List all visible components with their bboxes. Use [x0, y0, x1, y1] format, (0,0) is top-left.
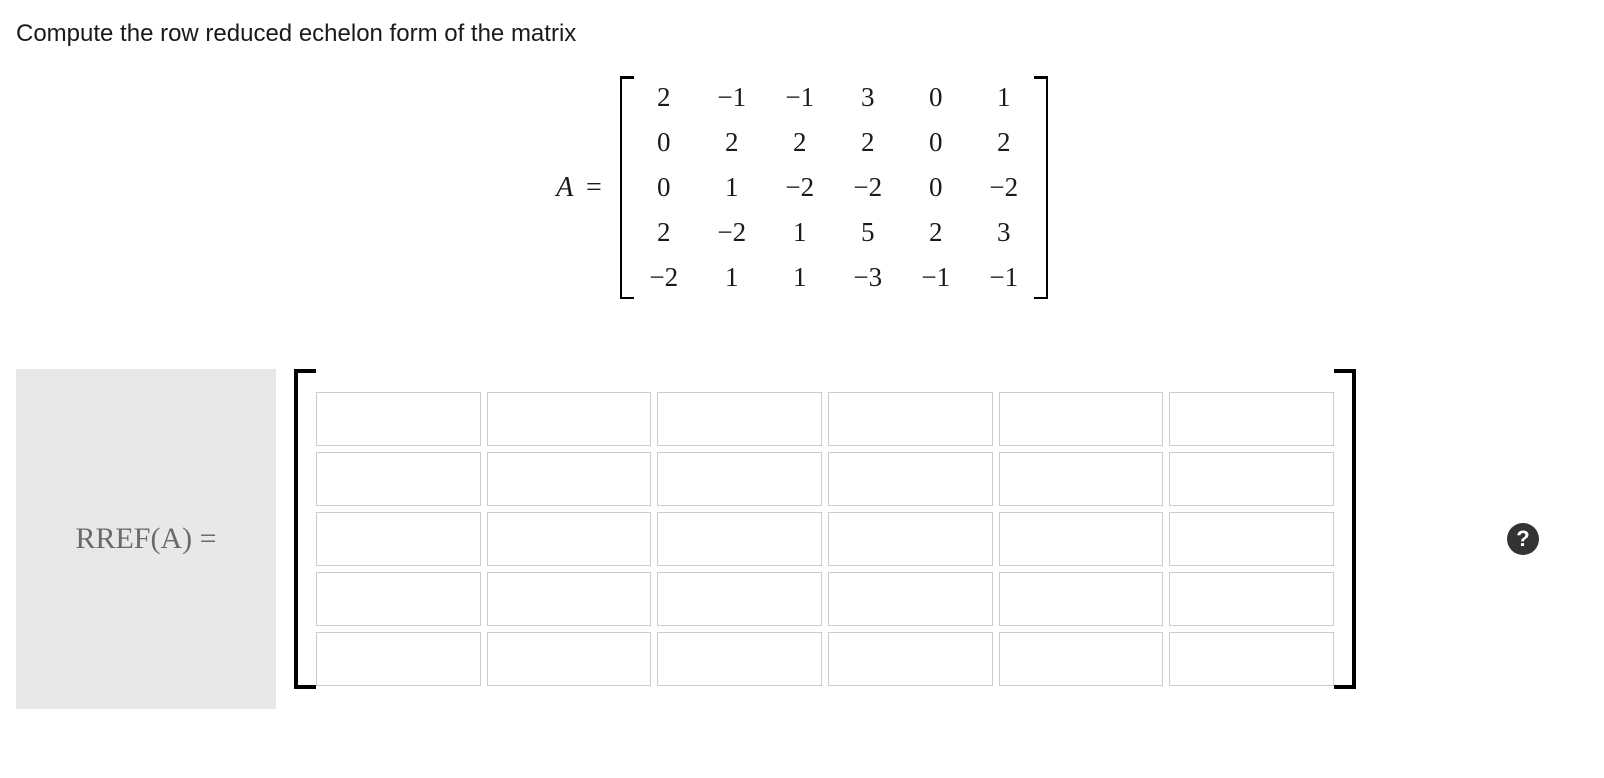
matrix-input-cell[interactable]: [316, 512, 481, 566]
matrix-cell: 1: [784, 262, 816, 293]
matrix-input-cell[interactable]: [999, 572, 1164, 626]
matrix-input-cell[interactable]: [657, 632, 822, 686]
question-prompt: Compute the row reduced echelon form of …: [16, 20, 1588, 48]
help-icon: ?: [1507, 523, 1539, 555]
bracket-right-icon: [1038, 76, 1048, 299]
matrix-cell: 2: [716, 127, 748, 158]
matrix-input-cell[interactable]: [657, 452, 822, 506]
matrix-input-cell[interactable]: [1169, 452, 1334, 506]
matrix-input-cell[interactable]: [1169, 392, 1334, 446]
input-bracket-right-icon: [1340, 369, 1356, 689]
matrix-A: 2 −1 −1 3 0 1 0 2 2 2 0 2 0 1 −2 −2 0 −2 2 −2 1 5 2 3 −2 1 1 −3 −1 −1: [620, 76, 1048, 299]
matrix-cell: −2: [852, 172, 884, 203]
matrix-cell: 2: [988, 127, 1020, 158]
matrix-input-cell[interactable]: [487, 512, 652, 566]
matrix-cell: 2: [920, 217, 952, 248]
matrix-cell: 2: [648, 217, 680, 248]
matrix-cell: 0: [648, 127, 680, 158]
matrix-input-cell[interactable]: [487, 392, 652, 446]
answer-label: RREF(A) =: [16, 369, 276, 709]
matrix-input-cell[interactable]: [487, 632, 652, 686]
matrix-cell: 1: [988, 82, 1020, 113]
matrix-cell: −1: [920, 262, 952, 293]
matrix-cell: 1: [716, 172, 748, 203]
matrix-cell: −3: [852, 262, 884, 293]
matrix-equation: A = 2 −1 −1 3 0 1 0 2 2 2 0 2 0 1 −2 −2 0 −2 2 −2 1 5 2 3 −2 1 1 −3…: [16, 76, 1588, 299]
matrix-input-cell[interactable]: [316, 572, 481, 626]
matrix-cell: −1: [716, 82, 748, 113]
answer-area: RREF(A) = ?: [16, 369, 1588, 709]
matrix-input-cell[interactable]: [999, 512, 1164, 566]
matrix-cell: 5: [852, 217, 884, 248]
matrix-input-cell[interactable]: [316, 632, 481, 686]
matrix-variable: A =: [556, 172, 602, 204]
matrix-input-cell[interactable]: [657, 572, 822, 626]
matrix-cell: 3: [852, 82, 884, 113]
answer-matrix-input: [276, 369, 1458, 709]
input-grid: [310, 382, 1340, 696]
matrix-input-cell[interactable]: [999, 392, 1164, 446]
matrix-input-cell[interactable]: [487, 572, 652, 626]
matrix-cell: 0: [920, 82, 952, 113]
matrix-cell: −2: [988, 172, 1020, 203]
matrix-cell: 1: [784, 217, 816, 248]
matrix-input-cell[interactable]: [1169, 512, 1334, 566]
input-bracket-left-icon: [294, 369, 310, 689]
matrix-input-cell[interactable]: [828, 572, 993, 626]
matrix-body: 2 −1 −1 3 0 1 0 2 2 2 0 2 0 1 −2 −2 0 −2 2 −2 1 5 2 3 −2 1 1 −3 −1 −1: [630, 76, 1038, 299]
matrix-cell: 2: [852, 127, 884, 158]
matrix-cell: −2: [648, 262, 680, 293]
matrix-input-cell[interactable]: [999, 632, 1164, 686]
matrix-cell: −2: [716, 217, 748, 248]
matrix-input-cell[interactable]: [487, 452, 652, 506]
matrix-input-cell[interactable]: [316, 452, 481, 506]
matrix-cell: −1: [784, 82, 816, 113]
matrix-input-cell[interactable]: [657, 512, 822, 566]
matrix-cell: 0: [920, 172, 952, 203]
matrix-input-cell[interactable]: [828, 452, 993, 506]
matrix-input-cell[interactable]: [828, 392, 993, 446]
matrix-cell: 0: [648, 172, 680, 203]
matrix-cell: 1: [716, 262, 748, 293]
help-button[interactable]: ?: [1458, 369, 1588, 709]
matrix-cell: 2: [784, 127, 816, 158]
bracket-left-icon: [620, 76, 630, 299]
matrix-cell: −1: [988, 262, 1020, 293]
matrix-input-cell[interactable]: [1169, 632, 1334, 686]
matrix-input-cell[interactable]: [828, 512, 993, 566]
matrix-cell: −2: [784, 172, 816, 203]
matrix-cell: 2: [648, 82, 680, 113]
matrix-cell: 3: [988, 217, 1020, 248]
matrix-input-cell[interactable]: [657, 392, 822, 446]
matrix-input-cell[interactable]: [316, 392, 481, 446]
matrix-input-cell[interactable]: [828, 632, 993, 686]
matrix-cell: 0: [920, 127, 952, 158]
matrix-input-cell[interactable]: [999, 452, 1164, 506]
matrix-input-cell[interactable]: [1169, 572, 1334, 626]
